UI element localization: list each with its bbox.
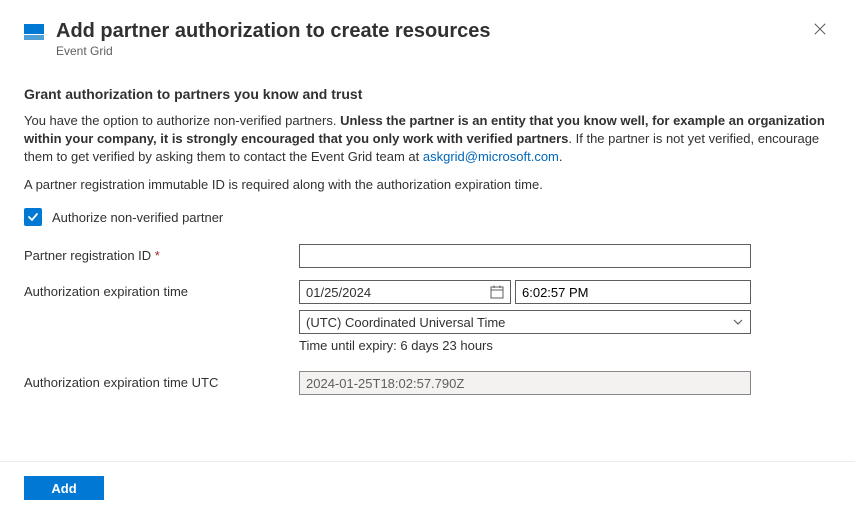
section-heading: Grant authorization to partners you know… [24, 86, 831, 102]
expiration-utc-label: Authorization expiration time UTC [24, 371, 299, 390]
chevron-down-icon [732, 316, 744, 328]
panel-header: Add partner authorization to create reso… [24, 18, 831, 58]
intro-paragraph: You have the option to authorize non-ver… [24, 112, 831, 166]
time-until-expiry: Time until expiry: 6 days 23 hours [299, 338, 751, 353]
calendar-icon [490, 285, 504, 299]
registration-id-label: Partner registration ID * [24, 244, 299, 263]
checkmark-icon [27, 211, 39, 223]
checkbox-label: Authorize non-verified partner [52, 210, 223, 225]
requirement-text: A partner registration immutable ID is r… [24, 176, 831, 194]
required-indicator: * [155, 248, 160, 263]
expiration-time-label: Authorization expiration time [24, 280, 299, 299]
event-grid-icon [24, 22, 44, 42]
close-icon [813, 22, 827, 36]
timezone-select[interactable]: (UTC) Coordinated Universal Time [299, 310, 751, 334]
registration-id-input[interactable] [299, 244, 751, 268]
intro-text: You have the option to authorize non-ver… [24, 113, 340, 128]
authorize-nonverified-checkbox[interactable] [24, 208, 42, 226]
intro-end: . [559, 149, 563, 164]
footer-divider [0, 461, 855, 462]
page-subtitle: Event Grid [56, 44, 809, 58]
close-button[interactable] [809, 18, 831, 44]
contact-email-link[interactable]: askgrid@microsoft.com [423, 149, 559, 164]
expiration-time-input[interactable] [515, 280, 751, 304]
page-title: Add partner authorization to create reso… [56, 18, 809, 44]
expiration-utc-input [299, 371, 751, 395]
add-button[interactable]: Add [24, 476, 104, 500]
expiration-date-value: 01/25/2024 [306, 285, 490, 300]
expiration-date-input[interactable]: 01/25/2024 [299, 280, 511, 304]
timezone-value: (UTC) Coordinated Universal Time [306, 315, 732, 330]
